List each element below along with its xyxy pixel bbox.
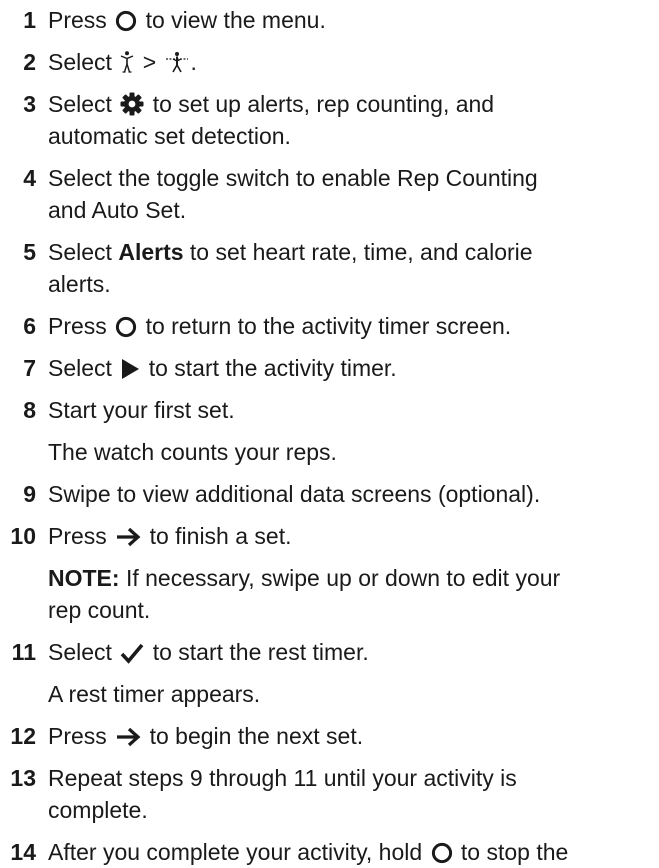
step-text: to set heart rate, time, and calorie xyxy=(189,239,533,265)
step-11: 11 Select to start the rest timer. A res… xyxy=(0,636,659,710)
step-text: to stop the xyxy=(460,839,569,865)
arrow-right-icon xyxy=(115,726,141,748)
person-icon xyxy=(120,50,134,74)
step-4: 4 Select the toggle switch to enable Rep… xyxy=(0,162,659,226)
step-13: 13 Repeat steps 9 through 11 until your … xyxy=(0,762,659,826)
weightlifting-icon xyxy=(165,50,189,74)
step-5: 5 Select Alerts to set heart rate, time,… xyxy=(0,236,659,300)
gear-icon xyxy=(120,92,144,116)
step-text: Repeat steps 9 through 11 until your act… xyxy=(48,765,517,791)
step-text: Select xyxy=(48,91,112,117)
alerts-label: Alerts xyxy=(118,239,184,265)
step-text: automatic set detection. xyxy=(48,123,291,149)
step-number: 1 xyxy=(23,7,36,33)
instruction-list: 1 Press to view the menu. 2 Select > . 3… xyxy=(0,0,659,865)
step-number: 6 xyxy=(23,313,36,339)
step-number: 14 xyxy=(10,839,36,865)
arrow-right-icon xyxy=(115,526,141,548)
step-text: Press xyxy=(48,313,107,339)
step-number: 4 xyxy=(23,165,36,191)
step-text: to begin the next set. xyxy=(149,723,364,749)
step-text: Start your first set. xyxy=(48,397,235,423)
step-text: After you complete your activity, hold xyxy=(48,839,423,865)
note: NOTE: If necessary, swipe up or down to … xyxy=(48,562,649,626)
step-text: alerts. xyxy=(48,271,111,297)
note-text: rep count. xyxy=(48,597,151,623)
step-text: complete. xyxy=(48,797,148,823)
step-text: to start the rest timer. xyxy=(152,639,369,665)
step-number: 12 xyxy=(10,723,36,749)
step-number: 3 xyxy=(23,91,36,117)
circle-button-icon xyxy=(115,316,137,338)
step-text: to start the activity timer. xyxy=(148,355,397,381)
step-text: Select the toggle switch to enable Rep C… xyxy=(48,165,538,191)
step-text: Select xyxy=(48,49,112,75)
step-8: 8 Start your first set. The watch counts… xyxy=(0,394,659,468)
step-text: to finish a set. xyxy=(149,523,292,549)
step-number: 7 xyxy=(23,355,36,381)
step-2: 2 Select > . xyxy=(0,46,659,78)
step-text: Select xyxy=(48,239,112,265)
step-text: Select xyxy=(48,355,112,381)
step-text: Swipe to view additional data screens (o… xyxy=(48,481,541,507)
circle-button-icon xyxy=(115,10,137,32)
step-3: 3 Select to set up alerts, rep counting,… xyxy=(0,88,659,152)
step-result: The watch counts your reps. xyxy=(48,439,337,465)
note-text: If necessary, swipe up or down to edit y… xyxy=(125,565,561,591)
step-number: 11 xyxy=(11,639,36,665)
step-14: 14 After you complete your activity, hol… xyxy=(0,836,659,868)
note-label: NOTE: xyxy=(48,565,120,591)
step-text: to return to the activity timer screen. xyxy=(145,313,512,339)
play-icon xyxy=(120,358,140,380)
step-number: 13 xyxy=(10,765,36,791)
step-number: 2 xyxy=(23,49,36,75)
step-6: 6 Press to return to the activity timer … xyxy=(0,310,659,342)
step-text: to view the menu. xyxy=(145,7,326,33)
step-1: 1 Press to view the menu. xyxy=(0,4,659,36)
step-10: 10 Press to finish a set. NOTE: If neces… xyxy=(0,520,659,626)
step-text: to set up alerts, rep counting, and xyxy=(152,91,495,117)
step-12: 12 Press to begin the next set. xyxy=(0,720,659,752)
step-number: 10 xyxy=(10,523,36,549)
step-result: A rest timer appears. xyxy=(48,681,261,707)
step-text: and Auto Set. xyxy=(48,197,187,223)
step-text: Select xyxy=(48,639,112,665)
step-9: 9 Swipe to view additional data screens … xyxy=(0,478,659,510)
step-7: 7 Select to start the activity timer. xyxy=(0,352,659,384)
step-number: 9 xyxy=(23,481,36,507)
step-number: 5 xyxy=(23,239,36,265)
step-text: Press xyxy=(48,523,107,549)
step-text: > xyxy=(142,49,157,75)
checkmark-icon xyxy=(120,642,144,664)
step-text: Press xyxy=(48,723,107,749)
step-text: . xyxy=(190,49,197,75)
step-number: 8 xyxy=(23,397,36,423)
step-text: Press xyxy=(48,7,107,33)
circle-button-icon xyxy=(431,842,453,864)
